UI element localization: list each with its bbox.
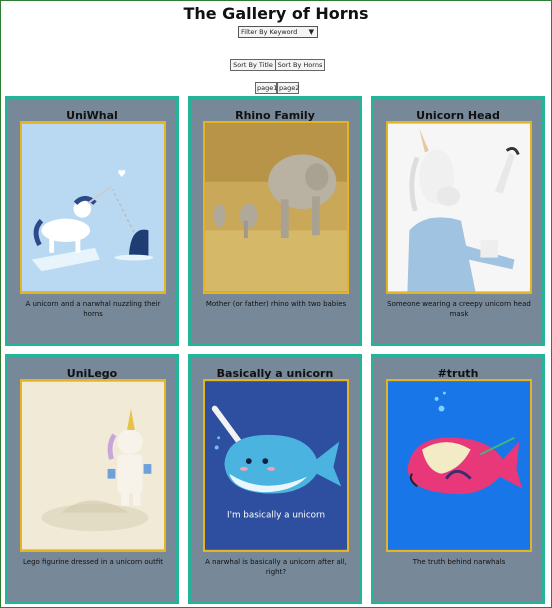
- gallery-card: #truth The truth behind narwhals: [371, 354, 545, 604]
- unicorn-narwhal-illustration: ♥: [22, 123, 164, 292]
- basically-unicorn-illustration: I'm basically a unicorn: [205, 381, 347, 550]
- sort-by-title-button[interactable]: Sort By Title: [230, 59, 276, 71]
- card-caption: A narwhal is basically a unicorn after a…: [205, 558, 347, 576]
- gallery-card: Basically a unicorn I'm basically a unic…: [188, 354, 362, 604]
- filter-selected-label: Filter By Keyword: [241, 28, 298, 36]
- card-caption: Lego figurine dressed in a unicorn outfi…: [23, 558, 163, 566]
- dropdown-arrow-icon: ▼: [308, 28, 314, 36]
- gallery-card: Unicorn Head Someone wearing a creepy un…: [371, 96, 545, 346]
- image-caption-text: I'm basically a unicorn: [227, 511, 325, 521]
- card-image: I'm basically a unicorn: [203, 379, 349, 552]
- truth-narwhal-illustration: [388, 381, 530, 550]
- card-image: ♥: [20, 121, 166, 294]
- card-caption: The truth behind narwhals: [412, 558, 506, 566]
- gallery-card: UniLego Lego figurine dressed in a unico…: [5, 354, 179, 604]
- sort-by-horns-button[interactable]: Sort By Horns: [275, 59, 325, 71]
- page-title: The Gallery of Horns: [183, 4, 369, 23]
- card-image: [20, 379, 166, 552]
- card-caption: Mother (or father) rhino with two babies: [205, 300, 347, 308]
- unicorn-mask-photo: [388, 123, 530, 292]
- svg-text:♥: ♥: [117, 169, 126, 180]
- rhino-family-photo: [205, 123, 347, 292]
- card-caption: Someone wearing a creepy unicorn head ma…: [387, 300, 531, 318]
- card-caption: A unicorn and a narwhal nuzzling their h…: [25, 300, 161, 318]
- page1-button[interactable]: page1: [255, 82, 277, 94]
- gallery-card: UniWhal ♥ A unicorn and a narwhal nuzzli…: [5, 96, 179, 346]
- keyword-filter-select[interactable]: Filter By Keyword ▼: [238, 26, 318, 38]
- page2-button[interactable]: page2: [277, 82, 299, 94]
- card-image: [386, 379, 532, 552]
- unilego-photo: [22, 381, 164, 550]
- card-image: [386, 121, 532, 294]
- card-image: [203, 121, 349, 294]
- gallery-card: Rhino Family Mother (or father) rhino wi…: [188, 96, 362, 346]
